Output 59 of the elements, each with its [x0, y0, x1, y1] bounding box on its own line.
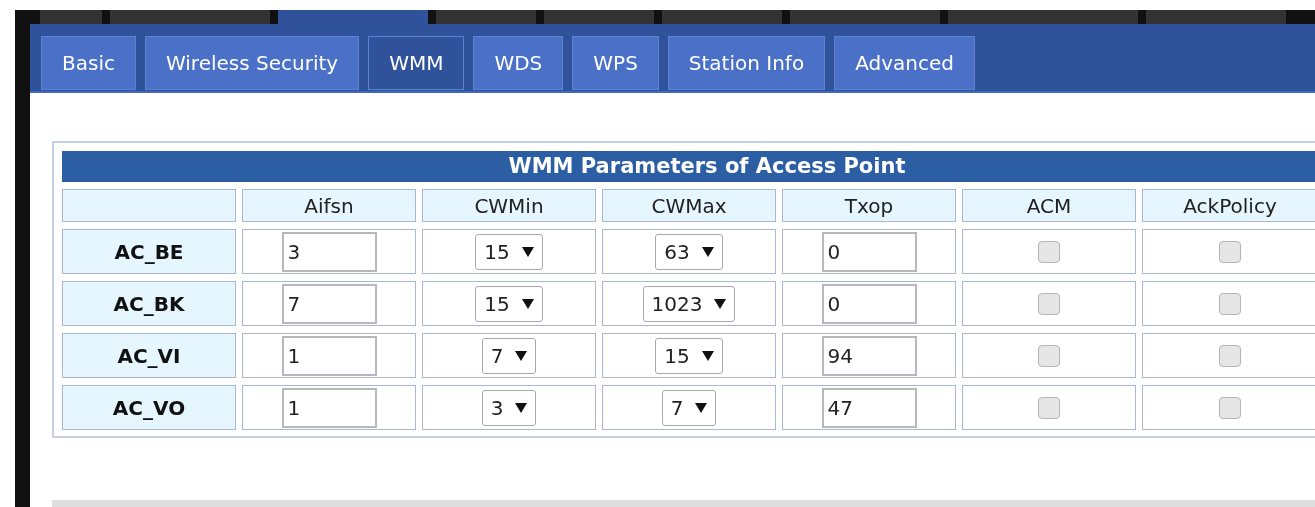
caret-icon	[521, 246, 534, 257]
dropdown[interactable]: 15	[475, 233, 543, 270]
nav-tab[interactable]	[1146, 10, 1286, 24]
input-field[interactable]: 7	[281, 283, 377, 324]
tab[interactable]: Advanced	[834, 36, 975, 90]
table-title: WMM Parameters of Access Point	[62, 151, 1315, 182]
dropdown[interactable]: 1023	[642, 285, 736, 322]
caret-icon	[515, 402, 528, 413]
input-field[interactable]: 0	[821, 283, 917, 324]
input-field[interactable]: 3	[281, 231, 377, 272]
nav-tab[interactable]	[278, 10, 428, 24]
checkbox[interactable]	[1038, 396, 1060, 419]
input-field[interactable]: 94	[821, 335, 917, 376]
checkbox[interactable]	[1219, 292, 1241, 315]
checkbox[interactable]	[1038, 240, 1060, 263]
dropdown[interactable]: 63	[655, 233, 723, 270]
tab[interactable]: WMM	[368, 36, 465, 90]
caret-icon	[515, 350, 528, 361]
column-header: Aifsn	[242, 189, 416, 222]
caret-icon	[714, 298, 727, 309]
dropdown[interactable]: 3	[481, 389, 537, 426]
checkbox[interactable]	[1219, 240, 1241, 263]
column-header: ACM	[962, 189, 1136, 222]
nav-tab[interactable]	[110, 10, 270, 24]
input-field[interactable]: 0	[821, 231, 917, 272]
checkbox[interactable]	[1038, 344, 1060, 367]
row-label: AC_BK	[62, 281, 236, 326]
caret-icon	[521, 298, 534, 309]
tab[interactable]: WPS	[572, 36, 659, 90]
nav-tab[interactable]	[436, 10, 536, 24]
input-field[interactable]: 1	[281, 335, 377, 376]
nav-tab[interactable]	[544, 10, 654, 24]
caret-icon	[701, 246, 714, 257]
checkbox[interactable]	[1219, 396, 1241, 419]
tab[interactable]: Station Info	[667, 36, 826, 90]
nav-tab[interactable]	[948, 10, 1138, 24]
checkbox[interactable]	[1038, 292, 1060, 315]
caret-icon	[701, 350, 714, 361]
dropdown[interactable]: 15	[475, 285, 543, 322]
checkbox[interactable]	[1219, 344, 1241, 367]
tab[interactable]: Basic	[41, 36, 136, 90]
row-label: AC_BE	[62, 229, 236, 274]
tab[interactable]: WDS	[473, 36, 564, 90]
column-header: CWMin	[422, 189, 596, 222]
nav-tab[interactable]	[662, 10, 782, 24]
dropdown[interactable]: 15	[655, 337, 723, 374]
nav-tab[interactable]	[790, 10, 940, 24]
dropdown[interactable]: 7	[661, 389, 717, 426]
input-field[interactable]: 1	[281, 387, 377, 428]
column-header: Txop	[782, 189, 956, 222]
input-field[interactable]: 47	[821, 387, 917, 428]
column-header: CWMax	[602, 189, 776, 222]
nav-tab[interactable]	[40, 10, 102, 24]
caret-icon	[695, 402, 708, 413]
row-label: AC_VI	[62, 333, 236, 378]
tab[interactable]: Wireless Security	[144, 36, 360, 90]
column-header: AckPolicy	[1142, 189, 1315, 222]
row-label: AC_VO	[62, 385, 236, 430]
dropdown[interactable]: 7	[481, 337, 537, 374]
